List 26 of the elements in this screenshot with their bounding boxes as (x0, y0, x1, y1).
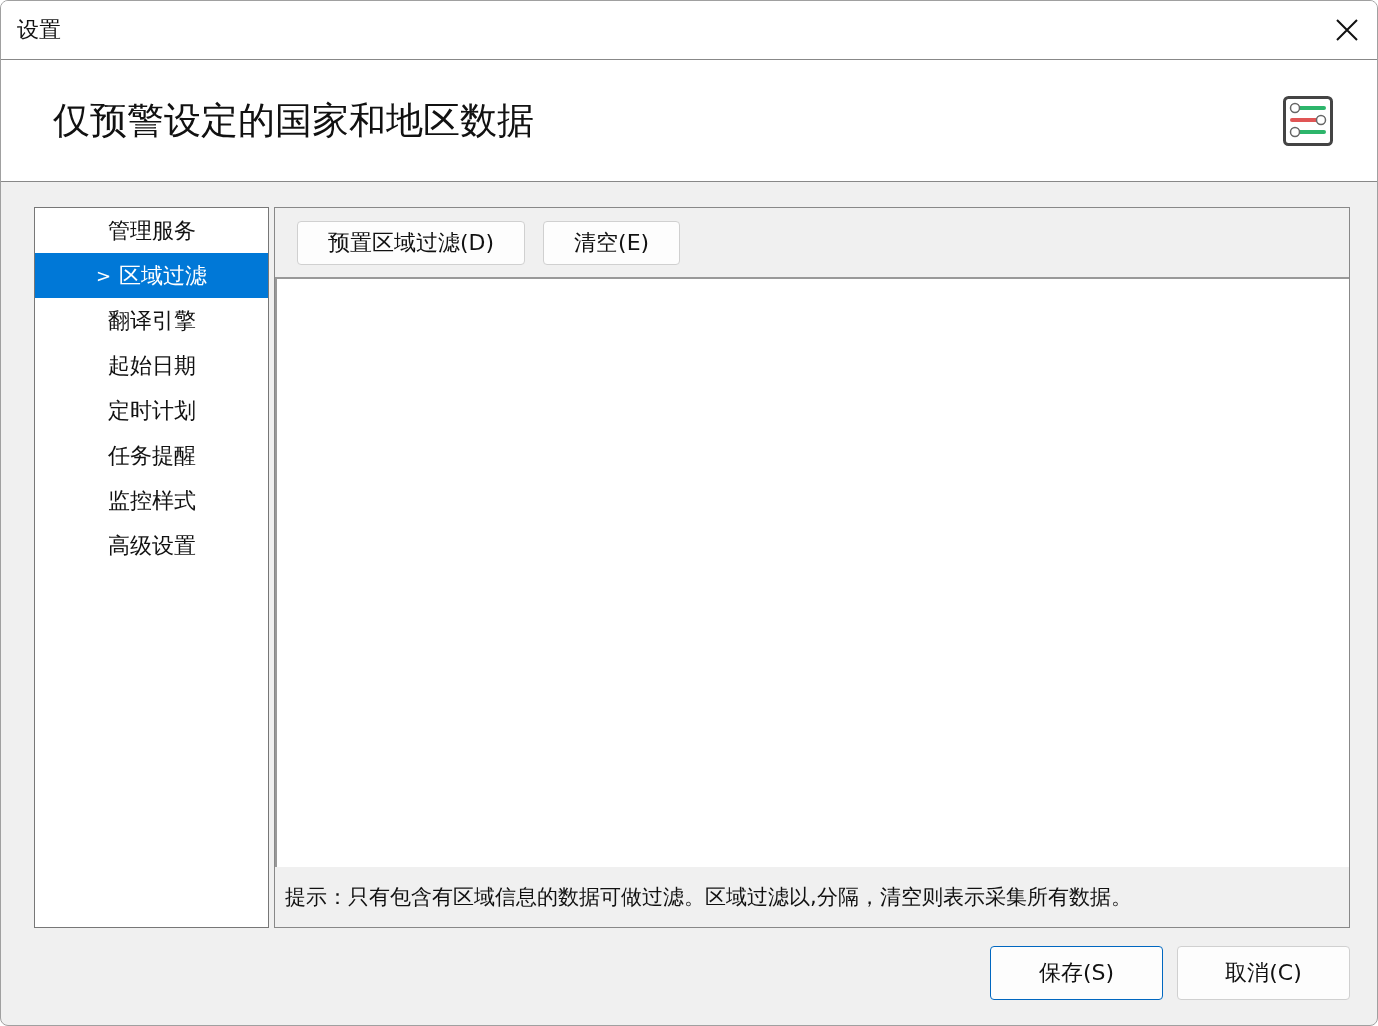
region-input-field[interactable] (275, 279, 1349, 868)
sidebar-item-label: 高级设置 (107, 531, 196, 560)
dialog-button[interactable]: 保存(S) (990, 945, 1163, 1000)
sidebar-item[interactable]: 管理服务 (35, 208, 268, 254)
sidebar-item-label: 定时计划 (107, 396, 196, 425)
sliders-icon (1283, 95, 1333, 146)
sidebar-item[interactable]: 高级设置 (35, 523, 268, 569)
chevron-marker: > (95, 265, 112, 287)
sidebar-item[interactable]: 监控样式 (35, 478, 268, 524)
sidebar-item-label: 起始日期 (107, 351, 196, 380)
sidebar-item[interactable]: > 区域过滤 (35, 253, 268, 299)
toolbar-button[interactable]: 清空(E) (543, 220, 681, 265)
sidebar-item-label: 监控样式 (107, 486, 196, 515)
sidebar-item-label: 区域过滤 (119, 261, 208, 290)
sidebar-item-label: 管理服务 (107, 216, 196, 245)
sidebar-item[interactable]: 定时计划 (35, 388, 268, 434)
sidebar-item[interactable]: 起始日期 (35, 343, 268, 389)
toolbar-button[interactable]: 预置区域过滤(D) (297, 220, 526, 265)
sidebar-item-label: 翻译引擎 (107, 306, 196, 335)
sidebar-item[interactable]: 任务提醒 (35, 433, 268, 479)
close-icon (1336, 19, 1358, 41)
page-heading: 仅预警设定的国家和地区数据 (53, 97, 534, 144)
sidebar-item[interactable]: 翻译引擎 (35, 298, 268, 344)
window-title: 设置 (17, 16, 61, 44)
dialog-button[interactable]: 取消(C) (1177, 945, 1350, 1000)
sidebar-item-label: 任务提醒 (107, 441, 196, 470)
